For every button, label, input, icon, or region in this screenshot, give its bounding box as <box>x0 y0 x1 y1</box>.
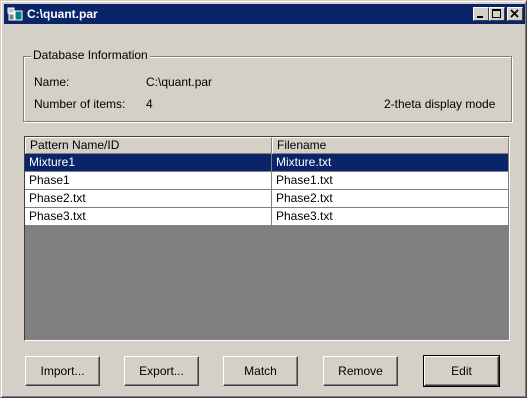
close-button[interactable] <box>507 7 523 21</box>
pattern-name-cell: Phase2.txt <box>25 190 272 208</box>
title-bar[interactable]: C:\quant.par <box>4 4 525 24</box>
minimize-button[interactable] <box>473 7 489 21</box>
column-header-filename[interactable]: Filename <box>272 137 509 154</box>
display-mode-label: 2-theta display mode <box>384 97 496 111</box>
remove-button[interactable]: Remove <box>323 356 398 386</box>
pattern-name-cell: Mixture1 <box>25 154 272 172</box>
column-header-pattern-name[interactable]: Pattern Name/ID <box>25 137 272 154</box>
items-count-value: 4 <box>146 97 153 111</box>
list-row[interactable]: Phase1 Phase1.txt <box>25 172 509 190</box>
export-button[interactable]: Export... <box>124 356 199 386</box>
filename-cell: Phase2.txt <box>272 190 509 208</box>
pattern-name-cell: Phase3.txt <box>25 208 272 226</box>
filename-cell: Mixture.txt <box>272 154 509 172</box>
edit-button[interactable]: Edit <box>423 355 500 387</box>
items-count-label: Number of items: <box>34 97 126 111</box>
database-info-title: Database Information <box>31 48 150 62</box>
database-info-group <box>23 56 512 122</box>
list-row[interactable]: Phase3.txt Phase3.txt <box>25 208 509 226</box>
list-header: Pattern Name/ID Filename <box>25 137 509 154</box>
name-value: C:\quant.par <box>146 75 213 89</box>
filename-cell: Phase1.txt <box>272 172 509 190</box>
list-row[interactable]: Phase2.txt Phase2.txt <box>25 190 509 208</box>
quant-database-window: C:\quant.par Database Information Name: … <box>0 0 527 398</box>
maximize-button[interactable] <box>489 7 505 21</box>
pattern-name-cell: Phase1 <box>25 172 272 190</box>
app-icon <box>7 6 23 22</box>
match-button[interactable]: Match <box>223 356 298 386</box>
window-title: C:\quant.par <box>27 7 98 21</box>
list-row[interactable]: Mixture1 Mixture.txt <box>25 154 509 172</box>
filename-cell: Phase3.txt <box>272 208 509 226</box>
import-button[interactable]: Import... <box>25 356 100 386</box>
pattern-list[interactable]: Pattern Name/ID Filename Mixture1 Mixtur… <box>24 136 510 341</box>
name-label: Name: <box>34 75 70 89</box>
